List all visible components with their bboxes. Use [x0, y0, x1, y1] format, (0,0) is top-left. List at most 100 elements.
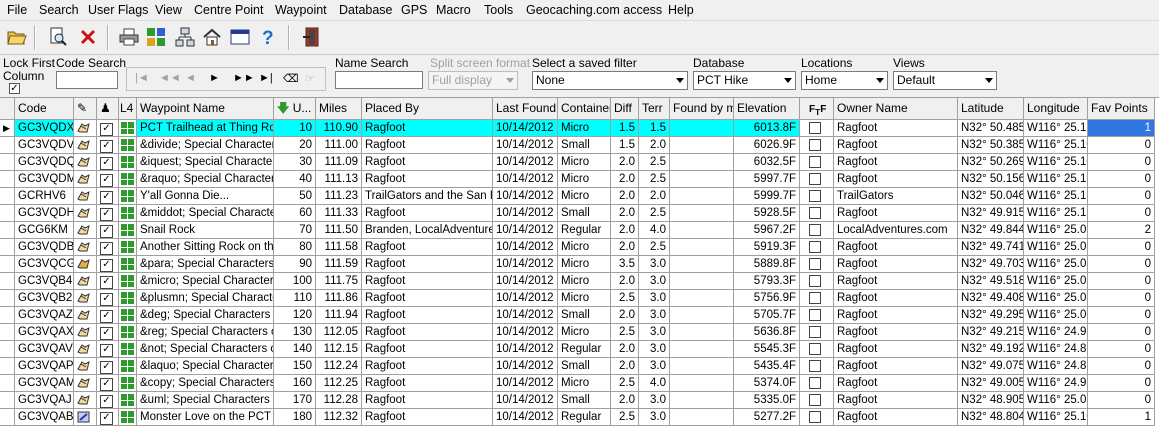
user-flag-cell[interactable]: ✓	[97, 120, 119, 137]
ftf-checkbox[interactable]	[809, 360, 821, 372]
lock-first-column-checkbox[interactable]: ✓	[9, 83, 20, 94]
user-flag-checkbox[interactable]: ✓	[100, 344, 113, 357]
menu-search[interactable]: Search	[39, 3, 79, 17]
menu-tools[interactable]: Tools	[484, 3, 513, 17]
ftf-checkbox[interactable]	[809, 343, 821, 355]
user-flag-cell[interactable]: ✓	[97, 392, 119, 409]
user-flag-cell[interactable]: ✓	[97, 409, 119, 426]
ftf-cell[interactable]	[800, 120, 834, 137]
ftf-checkbox[interactable]	[809, 207, 821, 219]
user-flag-cell[interactable]: ✓	[97, 171, 119, 188]
ftf-checkbox[interactable]	[809, 326, 821, 338]
user-flag-cell[interactable]: ✓	[97, 222, 119, 239]
ftf-checkbox[interactable]	[809, 411, 821, 423]
name-search-input[interactable]	[335, 71, 423, 89]
user-flag-checkbox[interactable]: ✓	[100, 191, 113, 204]
ftf-cell[interactable]	[800, 290, 834, 307]
menu-waypoint[interactable]: Waypoint	[275, 3, 327, 17]
pointer-icon[interactable]: ☞	[305, 72, 315, 85]
menu-macro[interactable]: Macro	[436, 3, 471, 17]
user-flag-checkbox[interactable]: ✓	[100, 293, 113, 306]
user-flag-cell[interactable]: ✓	[97, 154, 119, 171]
user-flag-checkbox[interactable]: ✓	[100, 276, 113, 289]
user-flag-cell[interactable]: ✓	[97, 307, 119, 324]
ftf-checkbox[interactable]	[809, 156, 821, 168]
column-header-ftf[interactable]: FTF	[800, 98, 834, 120]
user-flag-checkbox[interactable]: ✓	[100, 259, 113, 272]
exit-button[interactable]	[301, 26, 323, 48]
ftf-checkbox[interactable]	[809, 377, 821, 389]
user-flag-checkbox[interactable]: ✓	[100, 361, 113, 374]
menu-geocaching-access[interactable]: Geocaching.com access	[526, 3, 662, 17]
user-flag-checkbox[interactable]: ✓	[100, 157, 113, 170]
menu-user-flags[interactable]: User Flags	[88, 3, 148, 17]
table-row[interactable]: GC3VQAM✓&copy; Special Characters on1601…	[0, 375, 1159, 392]
delete-button[interactable]	[77, 26, 99, 48]
user-flag-cell[interactable]: ✓	[97, 290, 119, 307]
ftf-cell[interactable]	[800, 239, 834, 256]
column-header-fav-points[interactable]: Fav Points	[1088, 98, 1155, 120]
menu-centre-point[interactable]: Centre Point	[194, 3, 263, 17]
table-row[interactable]: GC3VQAX ✓ &reg; Special Characters on 130 11…	[0, 324, 1159, 341]
ftf-cell[interactable]	[800, 188, 834, 205]
column-header-last-found[interactable]: Last Found	[493, 98, 558, 120]
user-flag-cell[interactable]: ✓	[97, 239, 119, 256]
user-flag-checkbox[interactable]: ✓	[100, 123, 113, 136]
views-select[interactable]: Default	[893, 71, 997, 90]
ftf-cell[interactable]	[800, 205, 834, 222]
column-header-u[interactable]: 🡇 U...	[274, 98, 316, 120]
ftf-checkbox[interactable]	[809, 241, 821, 253]
ftf-cell[interactable]	[800, 171, 834, 188]
table-row[interactable]: GCG6KM ✓ Snail Rock 70 111.50 Branden, LocalA…	[0, 222, 1159, 239]
menu-help[interactable]: Help	[668, 3, 694, 17]
ftf-checkbox[interactable]	[809, 122, 821, 134]
table-row[interactable]: GC3VQDV ✓ &divide; Special Characters on20…	[0, 137, 1159, 154]
menu-file[interactable]: File	[7, 3, 27, 17]
ftf-checkbox[interactable]	[809, 275, 821, 287]
menu-view[interactable]: View	[155, 3, 182, 17]
user-flag-checkbox[interactable]: ✓	[100, 242, 113, 255]
column-header-user-flag[interactable]: ♟	[97, 98, 119, 120]
ftf-checkbox[interactable]	[809, 292, 821, 304]
last-record-button[interactable]: ►|	[259, 72, 273, 84]
menu-database[interactable]: Database	[339, 3, 393, 17]
table-row[interactable]: GC3VQDQ ✓ &iquest; Special Characters on30…	[0, 154, 1159, 171]
eraser-icon[interactable]: ⌫	[283, 72, 299, 85]
help-button[interactable]: ?	[257, 26, 279, 48]
user-flag-checkbox[interactable]: ✓	[100, 412, 113, 425]
table-row[interactable]: GC3VQAP ✓ &laquo; Special Characters on150…	[0, 358, 1159, 375]
locations-select[interactable]: Home	[801, 71, 888, 90]
saved-filter-select[interactable]: None	[532, 71, 688, 90]
ftf-cell[interactable]	[800, 222, 834, 239]
column-header-longitude[interactable]: Longitude	[1024, 98, 1088, 120]
column-header-latitude[interactable]: Latitude	[958, 98, 1024, 120]
prev-page-button[interactable]: ◄◄	[159, 72, 181, 84]
user-flag-cell[interactable]: ✓	[97, 137, 119, 154]
column-header-elevation[interactable]: Elevation	[734, 98, 800, 120]
table-row[interactable]: GC3VQDH ✓ &middot; Special Characters on60…	[0, 205, 1159, 222]
column-header-placed-by[interactable]: Placed By	[362, 98, 493, 120]
column-header-container[interactable]: Container	[558, 98, 611, 120]
table-row[interactable]: GC3VQAV ✓ &not; Special Characters on 140 11…	[0, 341, 1159, 358]
ftf-checkbox[interactable]	[809, 224, 821, 236]
ftf-cell[interactable]	[800, 154, 834, 171]
user-flag-cell[interactable]: ✓	[97, 341, 119, 358]
user-flag-checkbox[interactable]: ✓	[100, 174, 113, 187]
next-page-button[interactable]: ►►	[233, 72, 255, 84]
table-row[interactable]: GC3VQAZ ✓ &deg; Special Characters on 120 11…	[0, 307, 1159, 324]
ftf-cell[interactable]	[800, 137, 834, 154]
user-flag-cell[interactable]: ✓	[97, 375, 119, 392]
ftf-cell[interactable]	[800, 307, 834, 324]
user-flag-cell[interactable]: ✓	[97, 205, 119, 222]
table-row[interactable]: GC3VQAJ ✓ &uml; Special Characters on 170 11…	[0, 392, 1159, 409]
column-header-code[interactable]: Code	[15, 98, 74, 120]
table-row[interactable]: GC3VQB2✓&plusmn; Special Characters on11…	[0, 290, 1159, 307]
column-header-terr[interactable]: Terr	[639, 98, 670, 120]
home-button[interactable]	[201, 26, 223, 48]
user-flag-checkbox[interactable]: ✓	[100, 395, 113, 408]
ftf-checkbox[interactable]	[809, 258, 821, 270]
code-search-input[interactable]	[56, 71, 118, 89]
table-row[interactable]: GC3VQDB ✓ Another Sitting Rock on the PCT8…	[0, 239, 1159, 256]
ftf-checkbox[interactable]	[809, 309, 821, 321]
user-flag-cell[interactable]: ✓	[97, 324, 119, 341]
